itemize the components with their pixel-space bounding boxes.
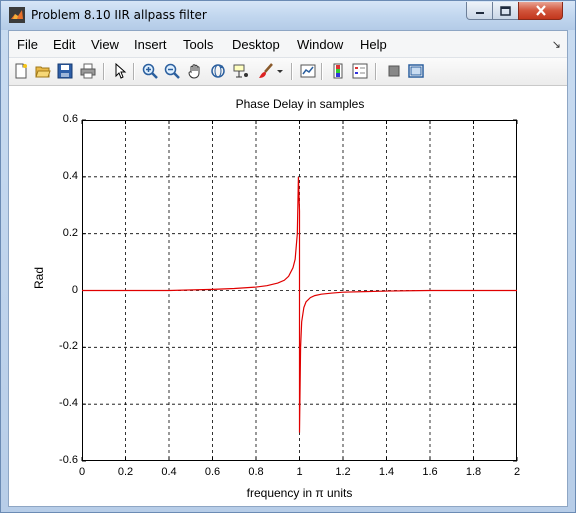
- phase-delay-series-line[interactable]: [82, 176, 517, 433]
- hide-plot-tools-icon: [388, 65, 400, 77]
- figure-toolbar: [9, 58, 567, 86]
- minimize-icon: [475, 11, 484, 14]
- window-title: Problem 8.10 IIR allpass filter: [31, 8, 207, 22]
- print-figure-icon: [80, 63, 96, 79]
- open-file-icon: [35, 66, 51, 78]
- menu-tools[interactable]: Tools: [183, 37, 213, 52]
- save-figure-button[interactable]: [56, 62, 74, 80]
- print-figure-button[interactable]: [79, 62, 97, 80]
- data-cursor-icon: [233, 64, 248, 78]
- title-bar[interactable]: Problem 8.10 IIR allpass filter: [1, 1, 575, 30]
- matlab-logo-icon: [9, 7, 25, 23]
- brush-button[interactable]: [257, 62, 275, 80]
- toolbar-separator: [375, 63, 377, 80]
- plot-title: Phase Delay in samples: [235, 97, 365, 111]
- figure-canvas[interactable]: Phase Delay in samples 0.6 0.4 0.2 0 -0.2 -0.…: [9, 86, 567, 506]
- y-tick-label: 0.6: [62, 113, 78, 125]
- zoom-in-button[interactable]: [141, 62, 159, 80]
- show-plot-tools-icon: [408, 64, 424, 78]
- x-tick-label: 1.4: [378, 466, 395, 478]
- edit-plot-button[interactable]: [111, 62, 129, 80]
- menu-desktop[interactable]: Desktop: [232, 37, 280, 52]
- menu-dock-arrow[interactable]: ↘: [552, 38, 561, 51]
- y-tick-label: 0.2: [62, 226, 78, 239]
- new-figure-button[interactable]: [12, 62, 30, 80]
- x-tick-label: 0.2: [117, 466, 134, 478]
- maximize-icon: [500, 5, 511, 16]
- menu-window[interactable]: Window: [297, 37, 343, 52]
- save-figure-icon: [57, 63, 73, 79]
- show-plot-tools-button[interactable]: [407, 62, 425, 80]
- x-tick-label: 1.2: [335, 466, 351, 478]
- rotate-3d-button[interactable]: [209, 62, 227, 80]
- menu-bar: File Edit View Insert Tools Desktop Wind…: [9, 31, 567, 58]
- x-tick-label: 0.8: [248, 466, 264, 478]
- menu-edit[interactable]: Edit: [53, 37, 75, 52]
- figure-client-area: File Edit View Insert Tools Desktop Wind…: [8, 30, 568, 507]
- pan-button[interactable]: [186, 62, 204, 80]
- toolbar-separator: [321, 63, 323, 80]
- y-axis-label: Rad: [32, 266, 46, 289]
- pan-hand-icon: [188, 64, 200, 79]
- brush-icon: [259, 63, 273, 78]
- toolbar-separator: [133, 63, 135, 80]
- edit-plot-arrow-icon: [115, 63, 127, 79]
- new-figure-icon: [15, 63, 27, 79]
- x-axis-label: frequency in π units: [246, 486, 353, 500]
- close-button[interactable]: [518, 2, 563, 20]
- toolbar-separator: [103, 63, 105, 80]
- zoom-out-icon: [164, 63, 180, 79]
- menu-insert[interactable]: Insert: [134, 37, 167, 52]
- colorbar-button[interactable]: [329, 62, 347, 80]
- x-tick-label: 0.6: [204, 466, 221, 478]
- x-tick-label: 0.4: [161, 466, 177, 478]
- zoom-in-icon: [142, 63, 158, 79]
- y-tick-label: 0.4: [62, 169, 78, 182]
- y-tick-label: -0.2: [59, 340, 78, 353]
- link-plot-button[interactable]: [299, 62, 317, 80]
- x-tick-label: 0: [78, 466, 86, 478]
- x-tick-label: 2: [513, 466, 521, 478]
- x-tick-label: 1.6: [422, 466, 438, 478]
- colorbar-icon: [333, 63, 343, 79]
- menu-file[interactable]: File: [17, 37, 38, 52]
- toolbar-separator: [291, 63, 293, 80]
- maximize-button[interactable]: [492, 2, 519, 20]
- link-plot-icon: [300, 64, 316, 78]
- phase-delay-plot[interactable]: [81, 119, 518, 462]
- hide-plot-tools-button[interactable]: [385, 62, 403, 80]
- y-tick-label: -0.6: [59, 454, 78, 466]
- legend-button[interactable]: [351, 62, 369, 80]
- menu-help[interactable]: Help: [360, 37, 387, 52]
- data-cursor-button[interactable]: [232, 62, 250, 80]
- brush-dropdown-button[interactable]: [275, 62, 285, 80]
- open-file-button[interactable]: [34, 62, 52, 80]
- minimize-button[interactable]: [466, 2, 493, 20]
- figure-window: Problem 8.10 IIR allpass filter File Edi…: [0, 0, 576, 513]
- brush-dropdown-icon: [277, 70, 283, 73]
- x-tick-label: 1: [296, 466, 303, 478]
- close-icon: [535, 5, 546, 16]
- zoom-out-button[interactable]: [163, 62, 181, 80]
- x-tick-label: 1.8: [465, 466, 482, 478]
- legend-icon: [352, 63, 368, 79]
- rotate-3d-icon: [211, 64, 225, 78]
- y-tick-label: -0.4: [59, 397, 78, 410]
- menu-view[interactable]: View: [91, 37, 119, 52]
